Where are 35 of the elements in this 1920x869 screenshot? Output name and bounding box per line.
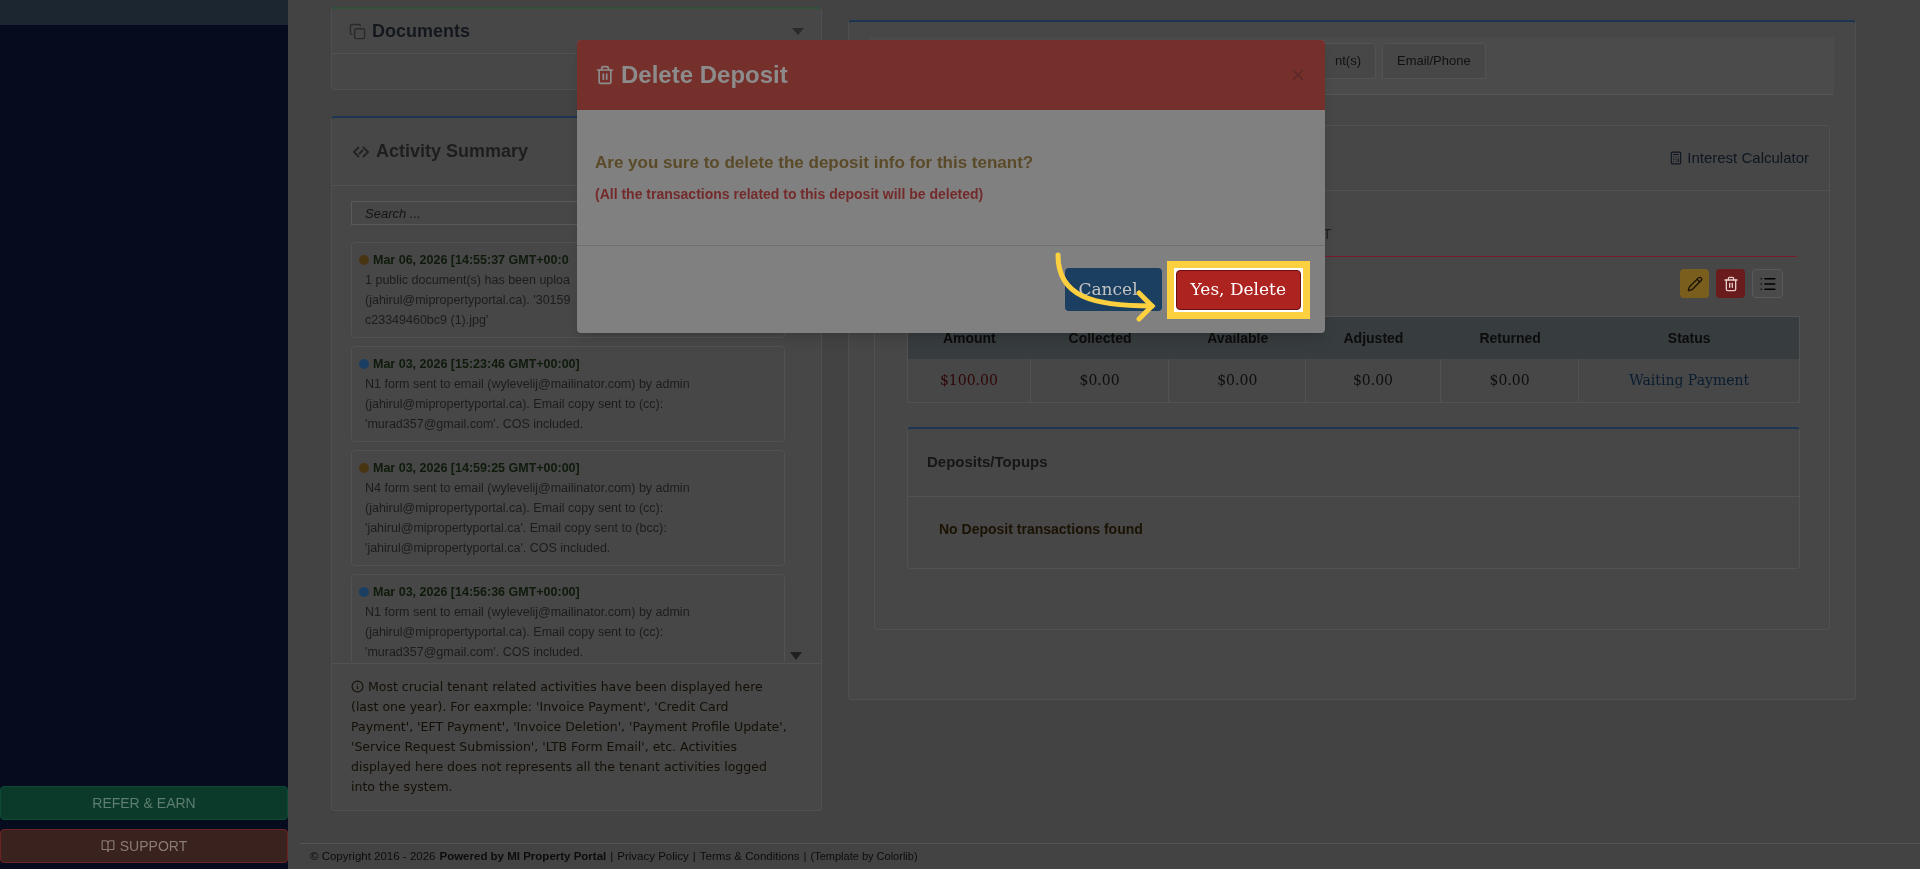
separator: | xyxy=(692,848,696,864)
separator: | xyxy=(610,848,614,864)
activity-timestamp: Mar 06, 2026 [14:55:37 GMT+00:0 xyxy=(373,252,569,269)
activity-timestamp: Mar 03, 2026 [14:59:25 GMT+00:00] xyxy=(373,460,580,477)
book-icon xyxy=(100,839,115,853)
trash-icon xyxy=(1722,275,1739,292)
delete-button[interactable] xyxy=(1716,269,1745,298)
support-button[interactable]: SUPPORT xyxy=(0,829,288,863)
dialog-title: Delete Deposit xyxy=(621,60,788,90)
table-cell-text: $0.00 xyxy=(1217,371,1258,390)
activity-note: Most crucial tenant related activities have been displayed here (last one year). For eaxmple: 'Invoice Payment', 'Credit Card Payment', 'EFT Payment', 'Invoice Deletion', 'Payment Profile Update', 'Service Request Submission', 'LTB Form Email', etc. Activities displayed here does not represents all the tenant activities logged into the system. xyxy=(351,678,788,796)
calculator-icon xyxy=(1669,151,1684,165)
table-cell-text: $0.00 xyxy=(1352,371,1393,390)
edit-button[interactable] xyxy=(1680,269,1709,298)
table-cell-text: $0.00 xyxy=(1079,371,1120,390)
warning-text: (All the transactions related to this deposit will be deleted) xyxy=(595,184,985,204)
scroll-down-icon[interactable] xyxy=(790,652,802,660)
table-cell-text: Waiting Payment xyxy=(1629,371,1750,390)
interest-calculator-link[interactable]: Interest Calculator xyxy=(1669,146,1809,170)
caret-down-icon[interactable] xyxy=(792,27,804,35)
trash-icon xyxy=(595,65,615,85)
table-cell-text: $0.00 xyxy=(1489,371,1530,390)
documents-icon xyxy=(349,22,366,40)
list-button[interactable] xyxy=(1752,269,1783,298)
diamond-arrows-icon xyxy=(352,144,370,159)
pencil-icon xyxy=(1686,275,1703,292)
info-icon xyxy=(351,680,364,693)
confirmation-question: Are you sure to delete the deposit info for this tenant? xyxy=(595,152,1035,174)
refer-button[interactable]: REFER & EARN xyxy=(0,786,288,820)
separator: | xyxy=(803,848,807,864)
confirm-delete-button[interactable]: Yes, Delete xyxy=(1175,269,1301,310)
activity-timestamp: Mar 03, 2026 [15:23:46 GMT+00:00] xyxy=(373,356,580,373)
activity-timestamp: Mar 03, 2026 [14:56:36 GMT+00:00] xyxy=(373,584,580,601)
table-cell-text: $100.00 xyxy=(939,371,998,390)
empty-message: No Deposit transactions found xyxy=(939,521,1143,537)
